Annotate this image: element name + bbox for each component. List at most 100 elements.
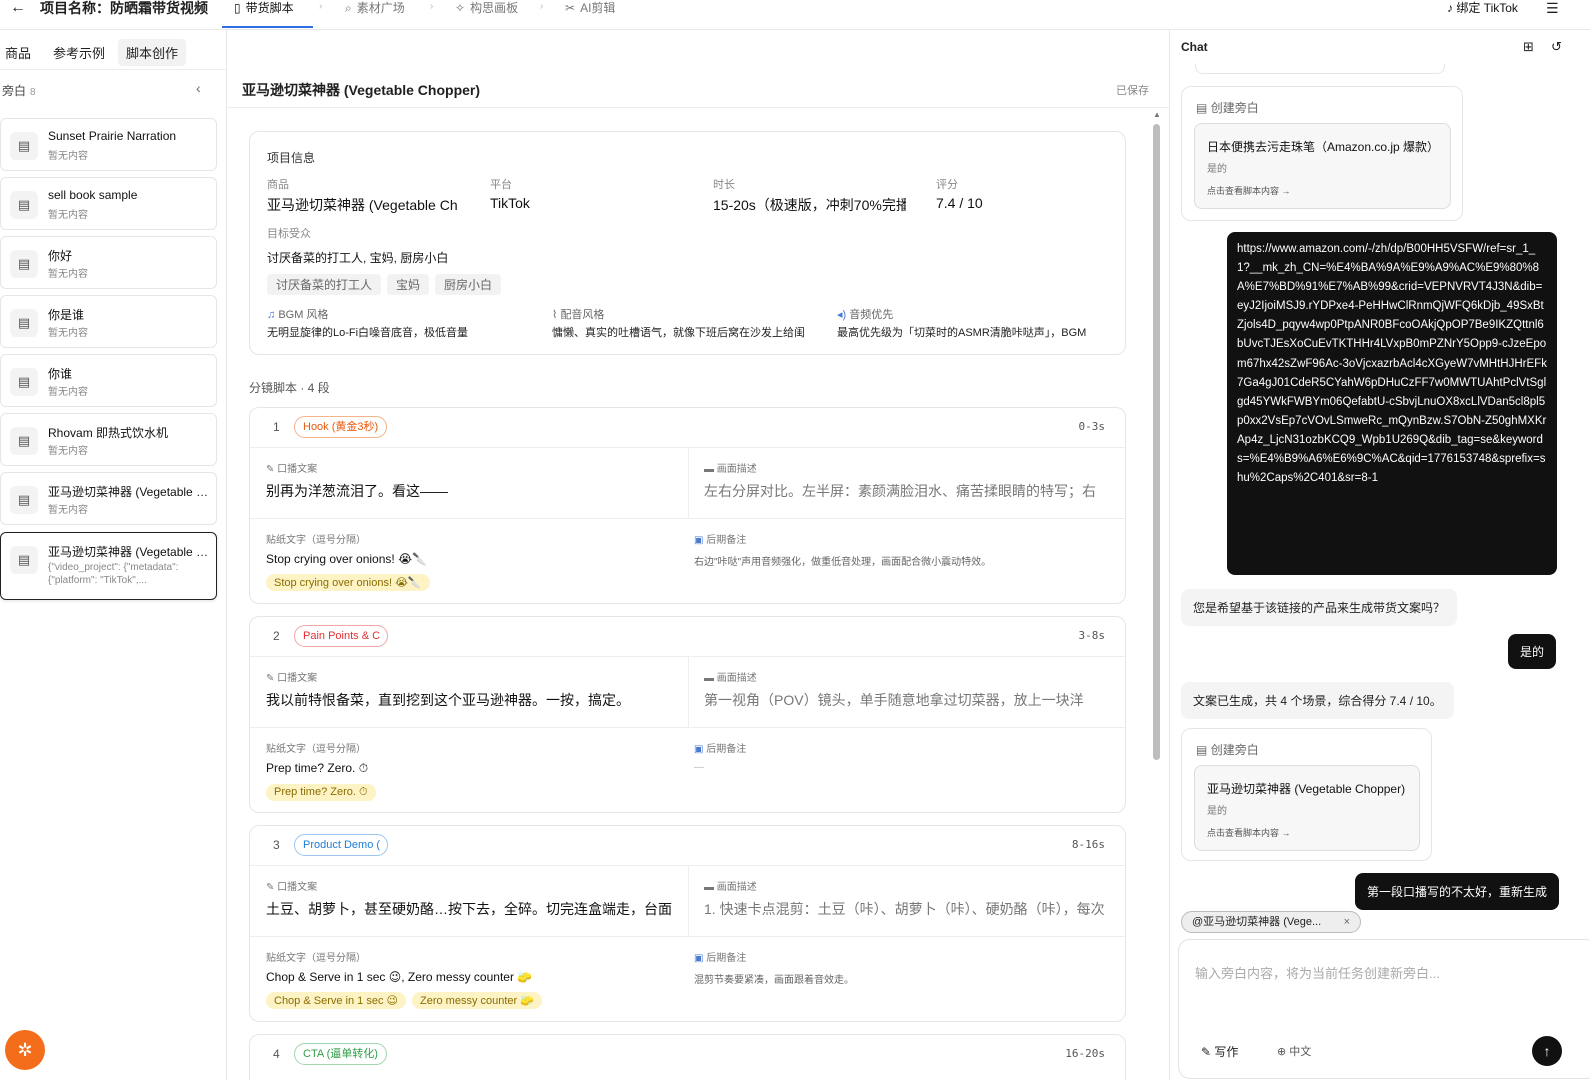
voice-text[interactable]: 土豆、胡萝卜，甚至硬奶酪…按下去，全碎。切完连盒端走，台面 xyxy=(266,899,676,919)
sticker-text[interactable]: Prep time? Zero. ⏱ xyxy=(266,761,368,776)
narration-card[interactable]: ▤ 亚马逊切菜神器 (Vegetable Chopper) 暂无内容 xyxy=(0,472,217,525)
card-title: 你是谁 xyxy=(48,308,85,322)
scene-text[interactable]: 左右分屏对比。左半屏：素颜满脸泪水、痛苦揉眼睛的特写；右 xyxy=(704,481,1114,501)
card-subtitle: 暂无内容 xyxy=(48,446,88,457)
narration-card-selected[interactable]: ▤ 亚马逊切菜神器 (Vegetable Chopper) {"video_pr… xyxy=(0,532,217,600)
narration-icon: ▤ xyxy=(10,546,38,574)
sticker-chip: Stop crying over onions! 😭🔪 xyxy=(266,574,430,591)
platform-label: 平台 xyxy=(490,179,512,191)
script-link-card[interactable]: 亚马逊切菜神器 (Vegetable Chopper) 是的 点击查看脚本内容 … xyxy=(1194,765,1420,851)
mic-icon: ✎ xyxy=(266,882,275,893)
mic-icon: ✎ xyxy=(266,673,275,684)
duration-value: 15-20s（极速版，冲刺70%完播 xyxy=(713,197,906,213)
product-label: 商品 xyxy=(267,179,289,191)
post-label: 后期备注 xyxy=(706,744,747,755)
narration-icon: ▤ xyxy=(10,191,38,219)
send-button[interactable]: ↑ xyxy=(1532,1036,1562,1066)
script-link-card[interactable]: 日本便携去污走珠笔（Amazon.co.jp 爆款） 是的 点击查看脚本内容 → xyxy=(1194,123,1451,209)
post-note[interactable]: — xyxy=(694,762,704,773)
scrollbar-thumb[interactable] xyxy=(1153,124,1160,760)
card-title: 日本便携去污走珠笔（Amazon.co.jp 爆款） xyxy=(1207,140,1440,154)
arrow-left-icon[interactable]: ← xyxy=(10,0,26,16)
script-title: 亚马逊切菜神器 (Vegetable Chopper) xyxy=(242,82,481,98)
chat-input[interactable]: 输入旁白内容，将为当前任务创建新旁白... xyxy=(1195,963,1440,982)
voice-text[interactable]: 我以前特恨备菜，直到挖到这个亚马逊神器。一按，搞定。 xyxy=(266,690,676,710)
post-note[interactable]: 右边"咔哒"声用音频强化，做重低音处理，画面配合微小震动特效。 xyxy=(694,553,991,568)
card-subtitle: 是的 xyxy=(1207,806,1227,817)
document-icon: ▯ xyxy=(234,1,241,15)
reference-chip[interactable]: @亚马逊切菜神器 (Vege... × xyxy=(1181,911,1361,933)
tab-ai-edit[interactable]: ✂ AI剪辑 xyxy=(565,0,615,16)
chevron-left-icon[interactable]: ‹ xyxy=(196,80,201,96)
bot-message: 您是希望基于该链接的产品来生成带货文案吗？ xyxy=(1181,589,1458,626)
post-note[interactable]: 混剪节奏要紧凑，画面跟着音效走。 xyxy=(694,971,854,986)
sidebar-header: 旁白 8 ‹ xyxy=(0,70,226,108)
scene-label: 画面描述 xyxy=(716,882,757,893)
narration-card[interactable]: ▤ 你谁 暂无内容 xyxy=(0,354,217,407)
audience-chip: 讨厌备菜的打工人 xyxy=(267,274,382,295)
language-button[interactable]: ⊕ 中文 xyxy=(1277,1043,1311,1059)
audio-priority-value: 最高优先级为「切菜时的ASMR清脆咔哒声」，BGM xyxy=(837,327,1087,339)
tab-reference[interactable]: 参考示例 xyxy=(45,39,113,66)
sticker-text[interactable]: Chop & Serve in 1 sec 😉, Zero messy coun… xyxy=(266,970,532,984)
mic-icon: ✎ xyxy=(266,464,275,475)
voice-label: 口播文案 xyxy=(277,673,318,684)
script-header: 亚马逊切菜神器 (Vegetable Chopper) 已保存 xyxy=(227,70,1169,108)
tab-product[interactable]: 商品 xyxy=(0,39,39,66)
user-message: https://www.amazon.com/-/zh/dp/B00HH5VSF… xyxy=(1227,232,1557,575)
mic-icon: ⌇ xyxy=(552,309,558,321)
voice-label: 口播文案 xyxy=(277,464,318,475)
scene-text[interactable]: 第一视角（POV）镜头，单手随意地拿过切菜器，放上一块洋 xyxy=(704,690,1114,710)
narration-card[interactable]: ▤ Rhovam 即热式饮水机 暂无内容 xyxy=(0,413,217,466)
tab-materials[interactable]: ⌕ 素材广场 xyxy=(345,0,405,16)
sticker-label: 贴纸文字（逗号分隔） xyxy=(266,744,366,755)
segment-card: 2 Pain Points & C 3-8s ✎ 口播文案 我以前特恨备菜，直到… xyxy=(249,616,1126,813)
tab-script-create[interactable]: 脚本创作 xyxy=(118,39,187,66)
card-title: sell book sample xyxy=(48,188,138,202)
music-icon: ♫ xyxy=(267,309,276,321)
scissors-icon: ✂ xyxy=(565,1,576,15)
narration-card[interactable]: ▤ 你是谁 暂无内容 xyxy=(0,295,217,348)
sliders-icon[interactable]: ☰ xyxy=(1546,0,1559,16)
audience-chip: 宝妈 xyxy=(387,274,430,295)
segment-time: 16-20s xyxy=(1065,1047,1105,1060)
scene-text[interactable]: 1. 快速卡点混剪：土豆（咔）、胡萝卜（咔）、硬奶酪（咔），每次 xyxy=(704,899,1114,919)
tab-script[interactable]: ▯ 带货脚本 xyxy=(234,0,294,16)
sticker-label: 贴纸文字（逗号分隔） xyxy=(266,535,366,546)
history-icon[interactable]: ↺ xyxy=(1551,39,1562,55)
scene-label: 画面描述 xyxy=(716,464,757,475)
create-narration-card: ▤ 创建旁白 亚马逊切菜神器 (Vegetable Chopper) 是的 点击… xyxy=(1181,728,1432,861)
sticker-label: 贴纸文字（逗号分隔） xyxy=(266,953,366,964)
scroll-up-icon[interactable]: ▲ xyxy=(1153,110,1161,119)
narration-icon: ▤ xyxy=(10,309,38,337)
divider xyxy=(1169,30,1170,1080)
narration-icon: ▤ xyxy=(10,250,38,278)
camera-icon: ▬ xyxy=(704,673,714,684)
view-script-link[interactable]: 点击查看脚本内容 → xyxy=(1207,826,1291,839)
card-title: 亚马逊切菜神器 (Vegetable Chopper) xyxy=(1207,782,1406,796)
narration-card[interactable]: ▤ 你好 暂无内容 xyxy=(0,236,217,289)
active-tab-indicator xyxy=(222,26,313,28)
card-subtitle: 暂无内容 xyxy=(48,505,88,516)
bug-icon[interactable]: ✲ xyxy=(5,1030,45,1070)
chat-title: Chat xyxy=(1181,40,1208,54)
narration-card[interactable]: ▤ Sunset Prairie Narration 暂无内容 xyxy=(0,118,217,171)
card-subtitle: 暂无内容 xyxy=(48,151,88,162)
bind-tiktok-button[interactable]: ♪ 绑定 TikTok xyxy=(1447,0,1518,16)
close-icon[interactable]: × xyxy=(1344,912,1350,932)
write-mode-button[interactable]: ✎ 写作 xyxy=(1201,1043,1238,1060)
narration-icon: ▤ xyxy=(10,132,38,160)
card-title: 你好 xyxy=(48,249,73,263)
card-subtitle: 暂无内容 xyxy=(48,328,88,339)
voice-label: 口播文案 xyxy=(277,882,318,893)
segment-number: 2 xyxy=(273,629,280,643)
sticker-text[interactable]: Stop crying over onions! 😭🔪 xyxy=(266,552,427,566)
create-narration-card: ▤ 创建旁白 日本便携去污走珠笔（Amazon.co.jp 爆款） 是的 点击查… xyxy=(1181,86,1463,221)
sticker-chip: Prep time? Zero. ⏱ xyxy=(266,784,376,801)
sticker-chip: Chop & Serve in 1 sec 😉 xyxy=(266,992,406,1009)
tab-board[interactable]: ✧ 构思画板 xyxy=(455,0,518,16)
narration-card[interactable]: ▤ sell book sample 暂无内容 xyxy=(0,177,217,230)
view-script-link[interactable]: 点击查看脚本内容 → xyxy=(1207,184,1291,197)
narration-icon: ▤ xyxy=(10,427,38,455)
voice-text[interactable]: 别再为洋葱流泪了。看这—— xyxy=(266,481,676,501)
